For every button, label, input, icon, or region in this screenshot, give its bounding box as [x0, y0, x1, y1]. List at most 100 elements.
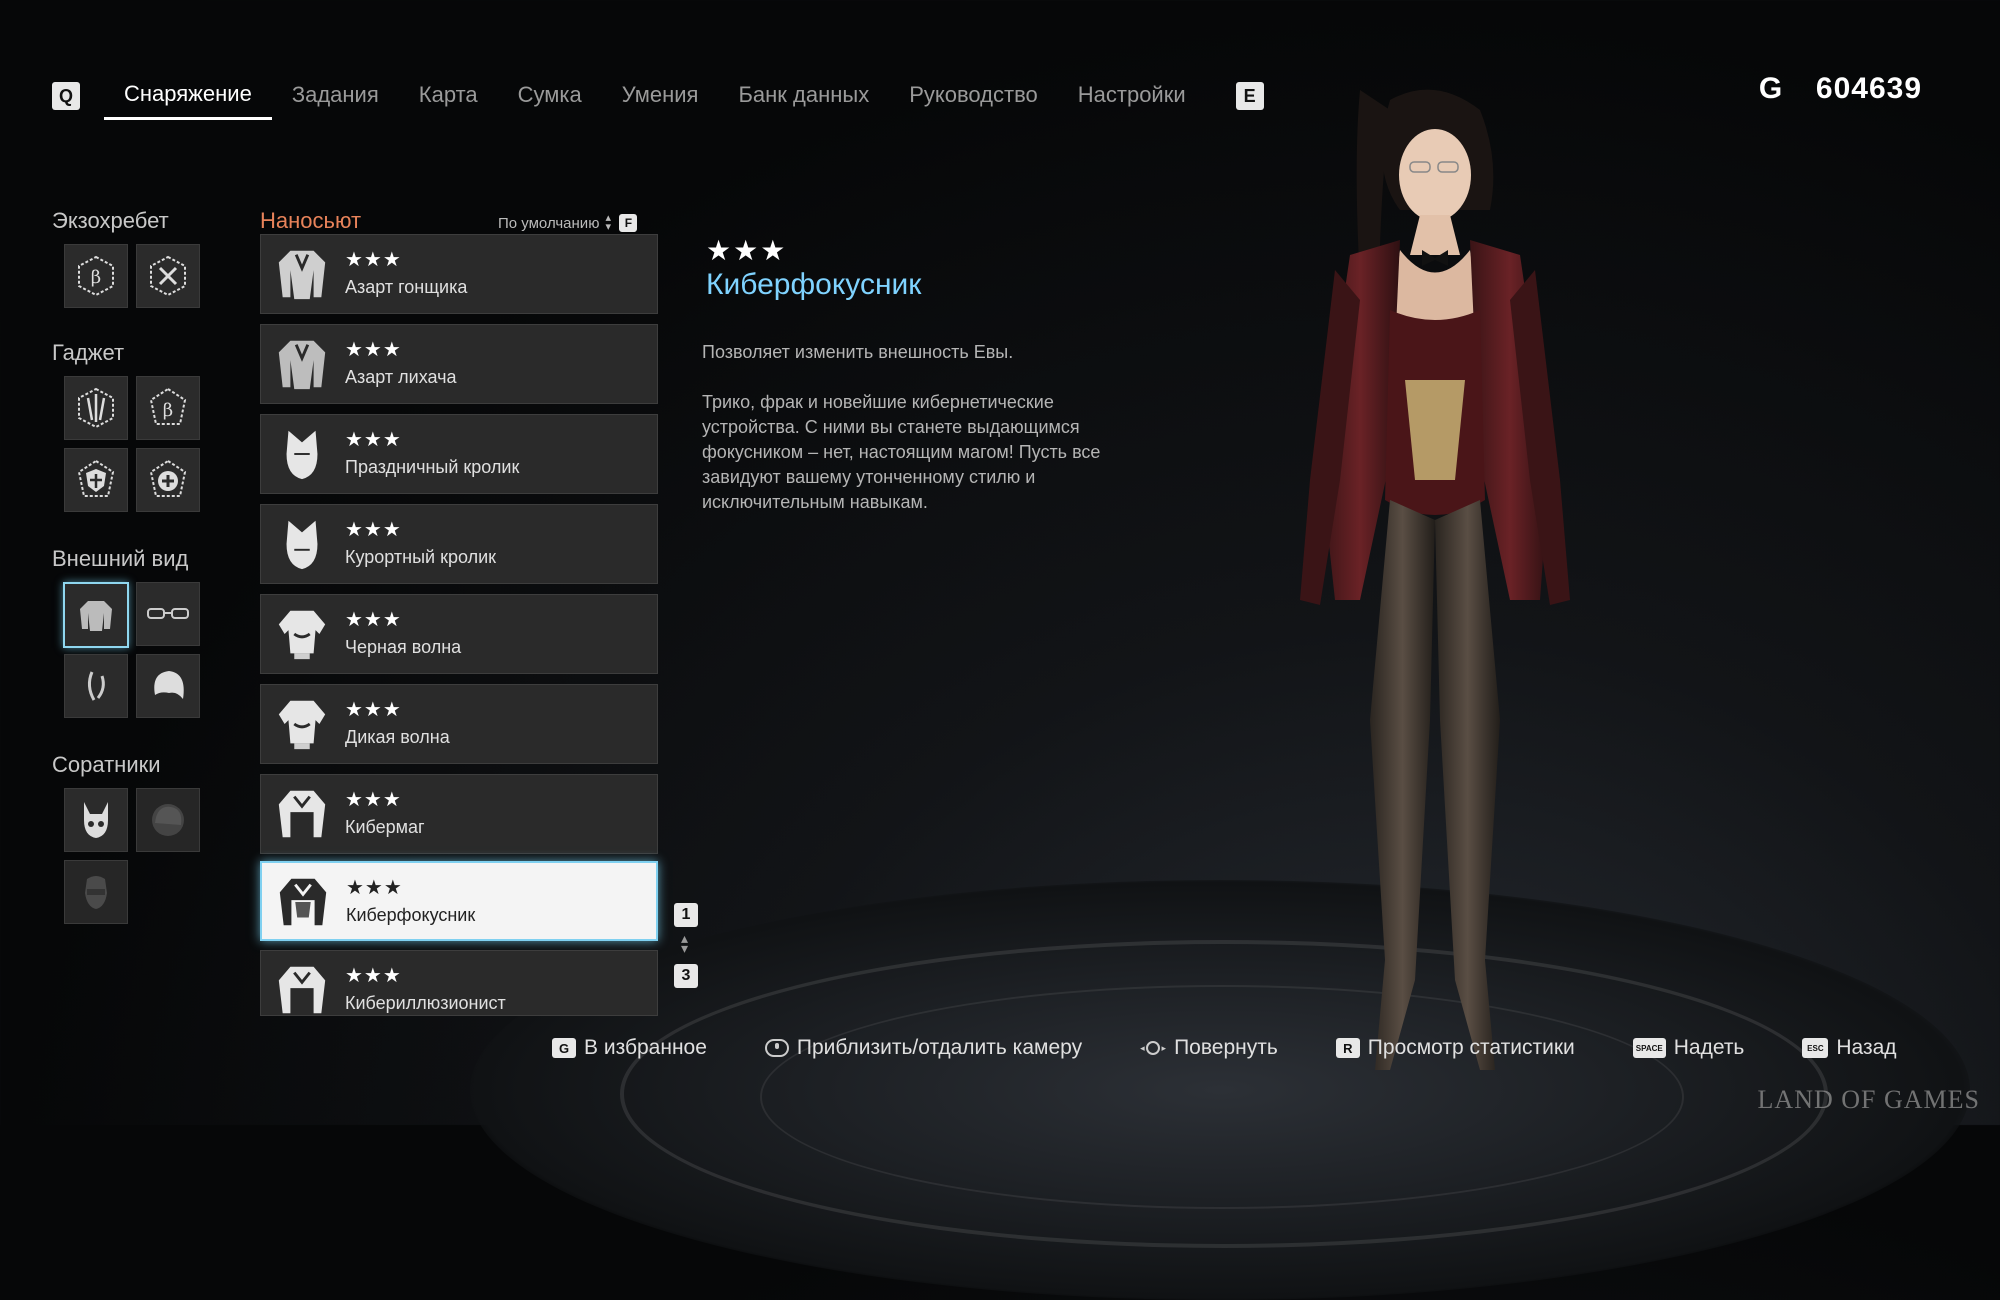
hair-icon	[154, 671, 184, 699]
control-hints: G В избранное Приблизить/отдалить камеру…	[552, 1036, 1897, 1060]
key-r: R	[1335, 1038, 1360, 1058]
nanosuit-icon	[80, 601, 112, 631]
next-tab-key[interactable]: E	[1235, 82, 1264, 110]
suit-bunny-icon	[286, 430, 318, 480]
appearance-slot-hair[interactable]	[136, 654, 200, 718]
hint-label: Приблизить/отдалить камеру	[796, 1036, 1083, 1059]
item-rarity: ★★★	[345, 787, 402, 811]
tab-quests[interactable]: Задания	[272, 82, 399, 118]
list-item[interactable]: ★★★ Азарт лихача	[260, 324, 658, 404]
suit-cybermage-icon	[278, 790, 326, 838]
currency-amount: 604639	[1815, 72, 1922, 105]
companion-slot-3[interactable]	[64, 860, 128, 924]
list-header-nanosuit: Наносьют	[260, 208, 362, 233]
tab-database[interactable]: Банк данных	[718, 82, 889, 118]
list-item[interactable]: ★★★ Черная волна	[260, 594, 658, 674]
list-item[interactable]: ★★★ Дикая волна	[260, 684, 658, 764]
hint-zoom-camera[interactable]: Приблизить/отдалить камеру	[764, 1036, 1083, 1060]
key-g: G	[552, 1038, 576, 1058]
suit-racer-icon	[278, 250, 326, 300]
companion-slot-2[interactable]	[136, 788, 200, 852]
gadget-slot-1[interactable]	[64, 376, 128, 440]
appearance-slot-earrings[interactable]	[64, 654, 128, 718]
category-gadget-title: Гаджет	[52, 340, 125, 365]
item-rarity: ★★★	[345, 247, 402, 271]
drone-companion-icon	[84, 802, 108, 838]
detail-title: Киберфокусник	[706, 268, 922, 301]
pager-down[interactable]: 3	[674, 964, 698, 988]
character-model[interactable]	[1240, 80, 1630, 1100]
tab-bag[interactable]: Сумка	[498, 82, 602, 118]
key-esc: ESC	[1802, 1038, 1829, 1058]
currency-display: G 604639	[1759, 72, 1922, 106]
gadget-slot-2[interactable]: β	[136, 376, 200, 440]
gadget-shield-icon	[77, 459, 115, 497]
gadget-slot-3[interactable]	[64, 448, 128, 512]
earrings-icon	[87, 671, 105, 701]
exospine-slot-2[interactable]	[136, 244, 200, 308]
pager-down-key[interactable]: 3	[674, 964, 698, 988]
tab-skills[interactable]: Умения	[602, 82, 719, 118]
hint-label: Просмотр статистики	[1367, 1036, 1575, 1059]
hint-view-stats[interactable]: R Просмотр статистики	[1335, 1036, 1575, 1060]
item-name: Азарт гонщика	[345, 277, 468, 297]
item-name: Кибермаг	[345, 817, 425, 837]
item-rarity: ★★★	[345, 607, 402, 631]
appearance-slot-suit[interactable]	[63, 582, 129, 648]
item-rarity: ★★★	[345, 427, 402, 451]
list-item[interactable]: ★★★ Кибериллюзионист	[260, 950, 658, 1016]
item-name: Праздничный кролик	[345, 457, 520, 477]
gadget-slot-4[interactable]	[136, 448, 200, 512]
pager-up-key[interactable]: 1	[674, 903, 698, 927]
sort-arrows-icon: ▴ ▾	[605, 212, 611, 233]
companion-portrait-icon	[152, 804, 184, 836]
item-name: Азарт лихача	[345, 367, 457, 387]
watermark: LAND OF GAMES	[1757, 1085, 1980, 1114]
item-name: Курортный кролик	[345, 547, 497, 567]
item-rarity: ★★★	[345, 517, 402, 541]
key-space: SPACE	[1632, 1038, 1666, 1058]
gadget-heal-icon	[149, 459, 187, 497]
list-item[interactable]: ★★★ Праздничный кролик	[260, 414, 658, 494]
sort-key[interactable]: F	[619, 214, 638, 232]
detail-rarity: ★★★	[706, 234, 788, 267]
tab-equipment[interactable]: Снаряжение	[104, 81, 272, 120]
exospine-cross-icon	[150, 255, 186, 297]
prev-tab-key[interactable]: Q	[52, 82, 80, 110]
category-appearance-title: Внешний вид	[52, 546, 189, 571]
list-item[interactable]: ★★★ Курортный кролик	[260, 504, 658, 584]
hint-rotate[interactable]: ◂ ▸ Повернуть	[1140, 1036, 1278, 1060]
category-exospine-title: Экзохребет	[52, 208, 169, 233]
tab-map[interactable]: Карта	[399, 82, 498, 118]
item-rarity: ★★★	[346, 875, 403, 899]
hint-label: Повернуть	[1174, 1036, 1278, 1059]
list-item[interactable]: ★★★ Азарт гонщика	[260, 234, 658, 314]
suit-cyberillusionist-icon	[278, 966, 326, 1014]
hint-back[interactable]: ESC Назад	[1802, 1036, 1897, 1060]
hint-label: В избранное	[584, 1036, 707, 1059]
exospine-slot-1[interactable]: β	[64, 244, 128, 308]
gadget-spike-icon	[78, 387, 114, 429]
companion-slot-drone[interactable]	[64, 788, 128, 852]
suit-cybermagician-icon	[279, 878, 327, 926]
pager-arrows-icon: ▴ ▾	[681, 931, 689, 957]
sort-control[interactable]: По умолчанию ▴ ▾ F	[498, 212, 638, 233]
hint-label: Назад	[1836, 1036, 1897, 1059]
pager-up[interactable]: 1	[674, 903, 698, 927]
tab-guide[interactable]: Руководство	[889, 82, 1058, 118]
suit-wild-wave-icon	[278, 700, 326, 750]
appearance-slot-glasses[interactable]	[136, 582, 200, 646]
hint-equip[interactable]: SPACE Надеть	[1632, 1036, 1745, 1060]
list-item-selected[interactable]: ★★★ Киберфокусник	[260, 861, 658, 941]
hint-label: Надеть	[1673, 1036, 1745, 1059]
mouse-drag-icon: ◂ ▸	[1140, 1041, 1167, 1055]
suit-daredevil-icon	[278, 340, 326, 390]
hint-favorite[interactable]: G В избранное	[552, 1036, 707, 1060]
list-item[interactable]: ★★★ Кибермаг	[260, 774, 658, 854]
item-rarity: ★★★	[345, 337, 402, 361]
suit-black-wave-icon	[278, 610, 326, 660]
item-rarity: ★★★	[345, 963, 402, 987]
top-nav: Q Снаряжение Задания Карта Сумка Умения …	[52, 76, 1264, 120]
svg-text:β: β	[91, 267, 101, 288]
tab-settings[interactable]: Настройки	[1058, 82, 1206, 118]
